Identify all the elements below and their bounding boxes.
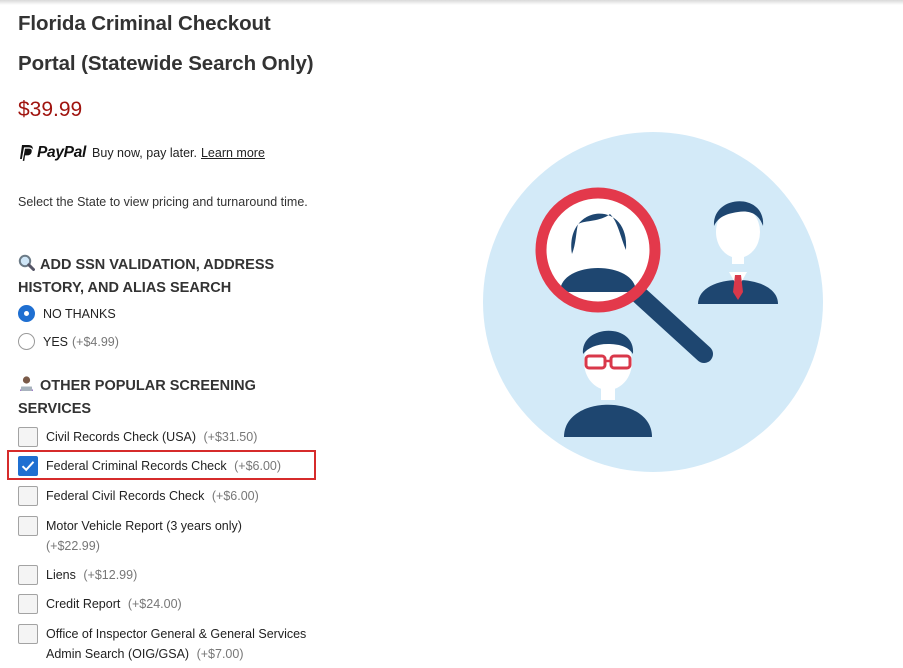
checkbox[interactable] xyxy=(18,624,38,644)
checkbox-motor-vehicle[interactable]: Motor Vehicle Report (3 years only) (+$22… xyxy=(18,516,316,556)
service-name: Credit Report xyxy=(46,597,121,611)
service-price: (+$31.50) xyxy=(203,430,258,444)
background-check-illustration xyxy=(483,132,823,472)
paypal-logo: PayPal xyxy=(18,144,86,163)
ssn-section-heading: ADD SSN VALIDATION, ADDRESS HISTORY, AND… xyxy=(18,254,318,299)
paypal-message: PayPal Buy now, pay later. Learn more xyxy=(18,142,265,164)
other-services-heading: OTHER POPULAR SCREENING SERVICES xyxy=(18,375,318,420)
product-price: $39.99 xyxy=(18,98,83,121)
person-laptop-emoji-icon xyxy=(18,375,35,399)
magnifier-emoji-icon xyxy=(18,254,35,278)
checkbox-federal-civil[interactable]: Federal Civil Records Check (+$6.00) xyxy=(18,486,316,506)
checkbox-liens[interactable]: Liens (+$12.99) xyxy=(18,565,316,585)
paypal-text: Buy now, pay later. xyxy=(92,146,197,160)
radio-addon-price: (+$4.99) xyxy=(72,334,119,349)
product-title: Florida Criminal Checkout Portal (Statew… xyxy=(18,4,348,84)
checkbox[interactable] xyxy=(18,594,38,614)
service-price: (+$22.99) xyxy=(46,539,100,553)
radio-button-selected[interactable] xyxy=(18,305,35,322)
learn-more-link[interactable]: Learn more xyxy=(201,146,265,160)
service-price: (+$6.00) xyxy=(211,489,259,503)
highlight-box xyxy=(7,450,316,480)
checkbox-civil-records[interactable]: Civil Records Check (USA) (+$31.50) xyxy=(18,427,316,447)
checkbox-label: Motor Vehicle Report (3 years only) (+$22… xyxy=(46,516,316,556)
ssn-section-heading-text: ADD SSN VALIDATION, ADDRESS HISTORY, AND… xyxy=(18,257,275,296)
checkbox-label: Liens (+$12.99) xyxy=(46,565,316,585)
service-price: (+$24.00) xyxy=(127,597,182,611)
checkbox-label: Civil Records Check (USA) (+$31.50) xyxy=(46,427,316,447)
other-services-heading-text: OTHER POPULAR SCREENING SERVICES xyxy=(18,378,256,417)
paypal-wordmark: PayPal xyxy=(37,144,87,161)
service-name: Office of Inspector General & General Se… xyxy=(46,627,307,661)
radio-button[interactable] xyxy=(18,333,35,350)
paypal-icon xyxy=(20,144,33,162)
checkbox[interactable] xyxy=(18,427,38,447)
checkbox-oig-gsa[interactable]: Office of Inspector General & General Se… xyxy=(18,624,316,664)
service-price: (+$7.00) xyxy=(196,647,244,661)
radio-label: NO THANKS xyxy=(43,306,116,321)
checkbox[interactable] xyxy=(18,565,38,585)
state-instructions: Select the State to view pricing and tur… xyxy=(18,195,308,209)
service-name: Liens xyxy=(46,568,76,582)
product-title-line-2: Portal (Statewide Search Only) xyxy=(18,52,314,75)
checkbox[interactable] xyxy=(18,486,38,506)
product-title-line-1: Florida Criminal Checkout xyxy=(18,12,271,35)
radio-yes[interactable]: YES (+$4.99) xyxy=(18,333,119,350)
checkbox-label: Federal Civil Records Check (+$6.00) xyxy=(46,486,316,506)
checkbox-credit-report[interactable]: Credit Report (+$24.00) xyxy=(18,594,316,614)
checkbox-label: Credit Report (+$24.00) xyxy=(46,594,316,614)
checkbox-label: Office of Inspector General & General Se… xyxy=(46,624,316,664)
radio-label: YES xyxy=(43,334,69,349)
service-name: Civil Records Check (USA) xyxy=(46,430,197,444)
radio-no-thanks[interactable]: NO THANKS xyxy=(18,305,116,322)
service-name: Motor Vehicle Report (3 years only) xyxy=(46,519,242,533)
checkbox[interactable] xyxy=(18,516,38,536)
service-price: (+$12.99) xyxy=(83,568,138,582)
service-name: Federal Civil Records Check xyxy=(46,489,205,503)
